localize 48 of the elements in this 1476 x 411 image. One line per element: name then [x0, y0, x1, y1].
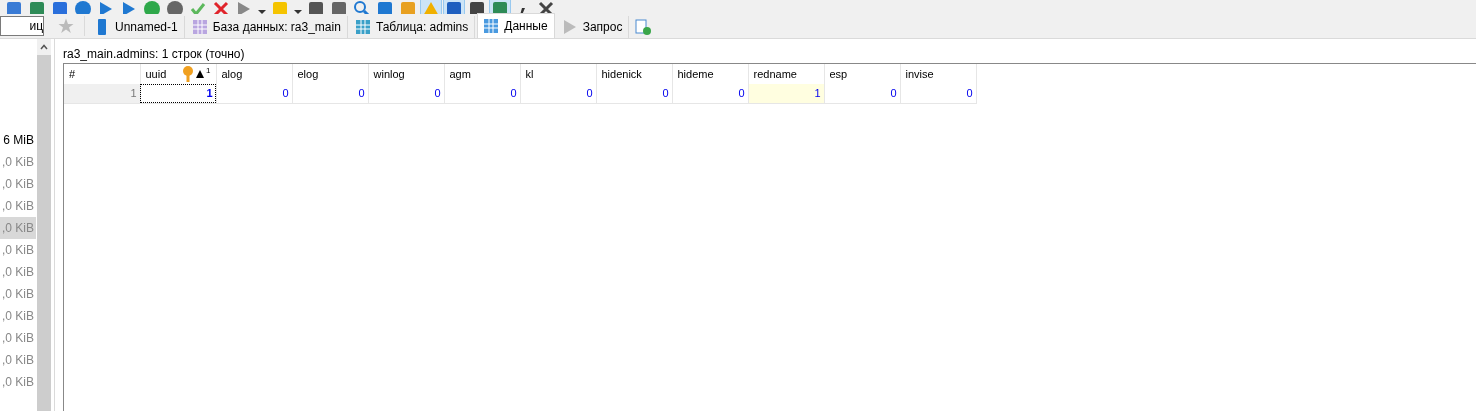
close-icon[interactable]: [536, 0, 556, 14]
tab[interactable]: Данные: [477, 13, 555, 38]
column-header[interactable]: agm: [444, 64, 520, 84]
star-icon[interactable]: [58, 18, 74, 34]
delete-icon[interactable]: [211, 0, 231, 14]
grid-icon: [484, 18, 499, 34]
size-label[interactable]: ,0 KiB: [0, 151, 36, 173]
table-cell[interactable]: 0: [368, 84, 444, 103]
scroll-up-icon[interactable]: [40, 44, 48, 50]
size-label[interactable]: ,0 KiB: [0, 305, 36, 327]
size-label[interactable]: ,0 KiB: [0, 327, 36, 349]
sort-order: 1: [206, 66, 211, 75]
size-label[interactable]: ,0 KiB: [0, 195, 36, 217]
size-label[interactable]: ,0 KiB: [0, 349, 36, 371]
table-cell[interactable]: 0: [900, 84, 976, 103]
size-label[interactable]: ,0 KiB: [0, 173, 36, 195]
column-header[interactable]: hidenick: [596, 64, 672, 84]
row-count-label: ra3_main.admins: 1 строк (точно): [63, 46, 246, 63]
checkmark-icon[interactable]: [188, 0, 208, 14]
filter-field[interactable]: иц: [0, 16, 44, 36]
table-cell[interactable]: 0: [672, 84, 748, 103]
size-label[interactable]: ,0 KiB: [0, 283, 36, 305]
table-cell[interactable]: 0: [596, 84, 672, 103]
table-cell[interactable]: 0: [444, 84, 520, 103]
column-header[interactable]: kl: [520, 64, 596, 84]
table-icon: [355, 19, 370, 35]
column-header[interactable]: hideme: [672, 64, 748, 84]
new-tab-icon[interactable]: [635, 19, 652, 35]
play-icon: [562, 19, 577, 35]
column-header[interactable]: winlog: [368, 64, 444, 84]
row-number: 1: [64, 84, 140, 103]
table-cell[interactable]: 0: [216, 84, 292, 103]
table-cell[interactable]: 0: [824, 84, 900, 103]
search-icon[interactable]: [352, 0, 372, 14]
size-label[interactable]: 6 MiB: [0, 129, 36, 151]
table-cell[interactable]: 0: [292, 84, 368, 103]
sort-ascending-icon: [196, 70, 205, 78]
table-cell[interactable]: 1: [140, 84, 216, 103]
column-header[interactable]: esp: [824, 64, 900, 84]
size-label[interactable]: ,0 KiB: [0, 371, 36, 393]
scrollbar[interactable]: [36, 39, 51, 411]
table-cell[interactable]: 1: [748, 84, 824, 103]
column-header[interactable]: elog: [292, 64, 368, 84]
size-label[interactable]: ,0 KiB: [0, 261, 36, 283]
table-cell[interactable]: 0: [520, 84, 596, 103]
column-header[interactable]: alog: [216, 64, 292, 84]
column-header[interactable]: invise: [900, 64, 976, 84]
size-label[interactable]: ,0 KiB: [0, 239, 36, 261]
